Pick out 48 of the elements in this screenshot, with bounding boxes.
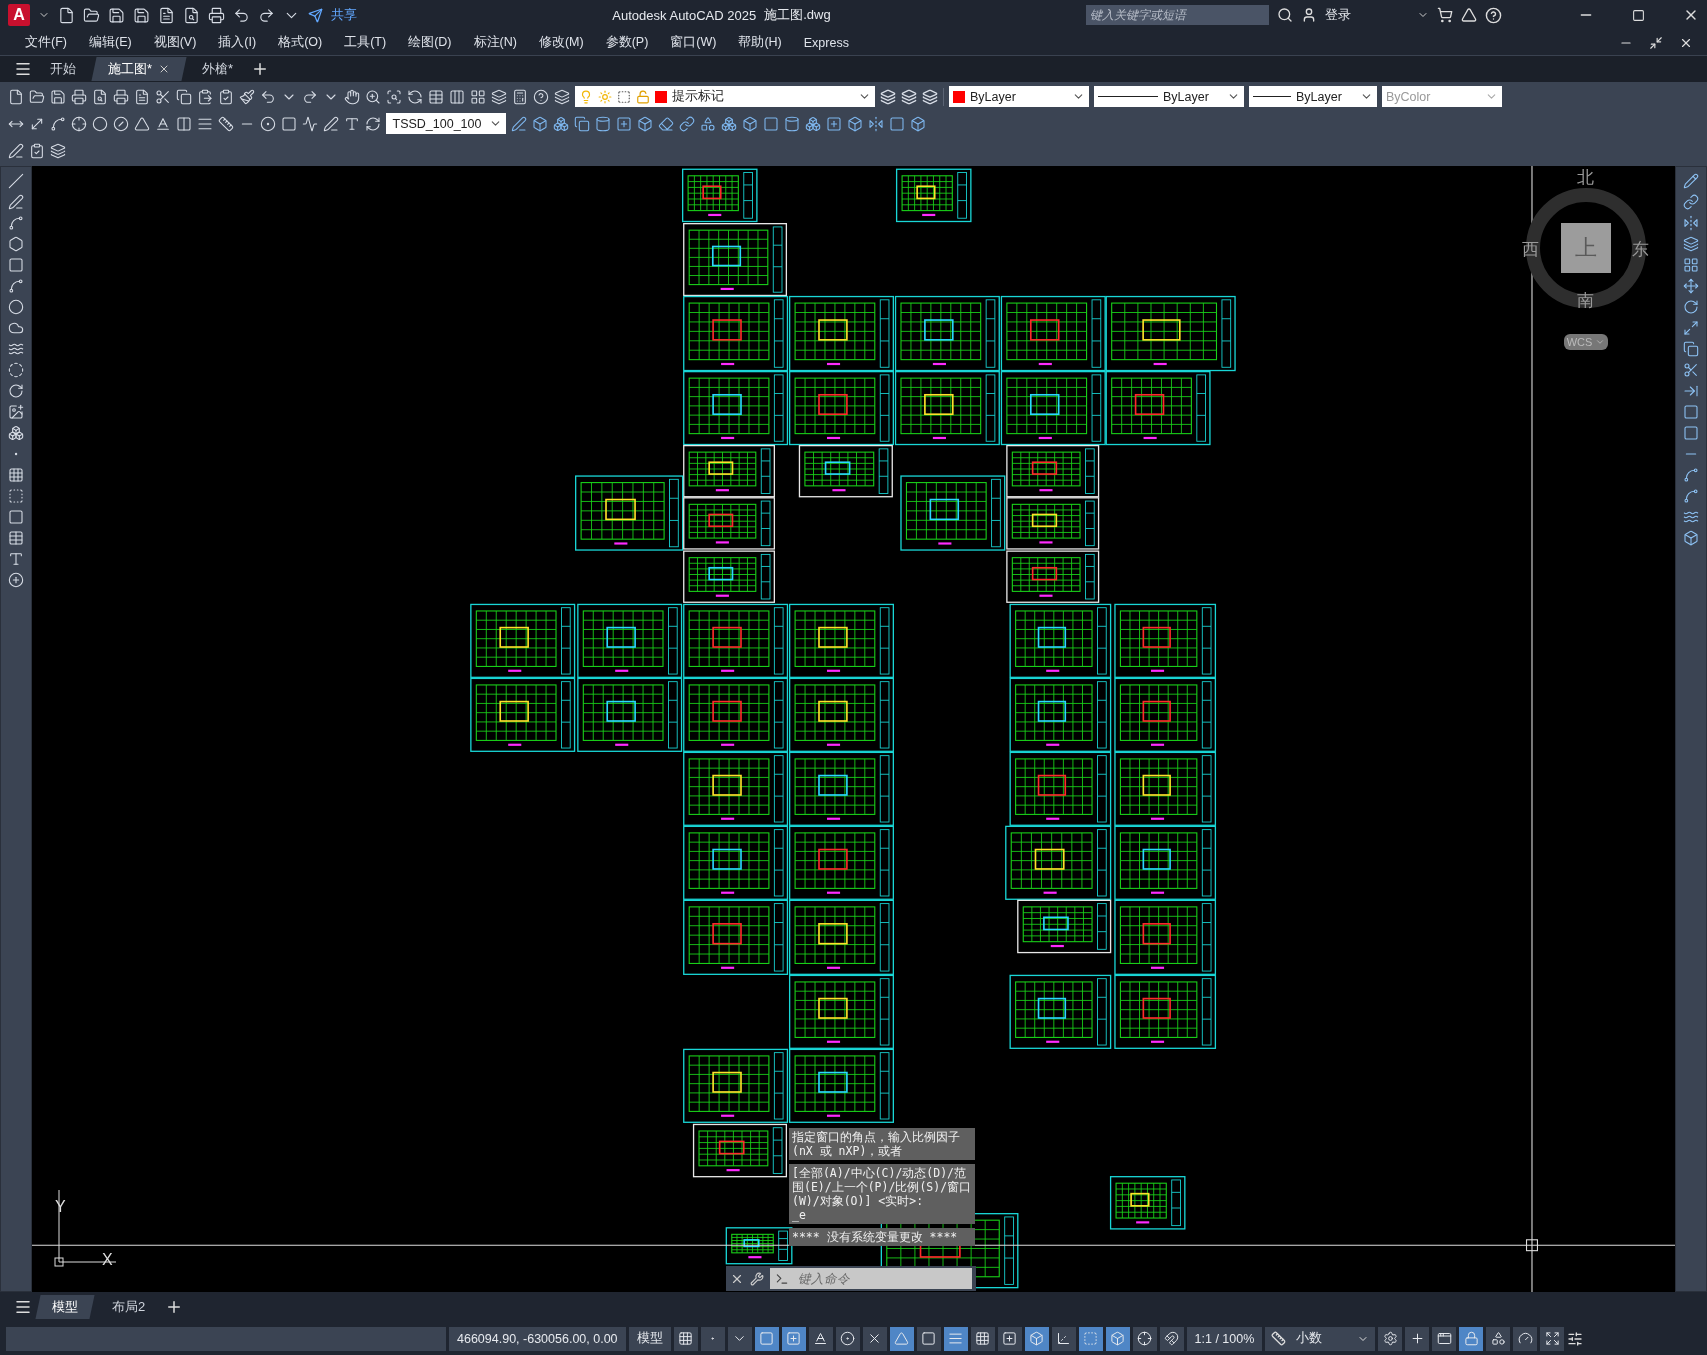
linetype-dropdown[interactable]: ByLayer [1094,86,1244,107]
menu-item[interactable]: 编辑(E) [77,34,143,51]
menu-item[interactable]: 格式(O) [267,34,334,51]
color-dropdown[interactable]: ByLayer [949,86,1089,107]
lineweight-dropdown[interactable]: ByLayer [1249,86,1377,107]
app-title: Autodesk AutoCAD 2025 [612,7,757,23]
axis-label: Y [55,1198,66,1216]
login-link[interactable]: 登录 [1325,6,1351,24]
file-tab[interactable]: 开始 [33,57,93,81]
menu-item[interactable]: 工具(T) [333,34,398,51]
command-input[interactable]: 键入命令 [794,1268,972,1289]
linetype-value: ByLayer [1163,89,1210,104]
app-logo[interactable]: A [8,4,30,26]
menu-item[interactable]: 绘图(D) [397,34,463,51]
axis-label: X [102,1251,113,1269]
command-history-line: 指定窗口的角点，输入比例因子 (nX 或 nXP)，或者 [792,1130,961,1158]
compass-label[interactable]: 东 [1632,238,1649,261]
file-name: 施工图.dwg [764,6,831,24]
layer-dropdown[interactable]: 提示标记 [575,86,875,107]
coordinates-text: 466094.90, -630056.00, 0.00 [449,1326,626,1351]
menu-item[interactable]: 视图(V) [142,34,208,51]
file-tab[interactable]: 外槍* [185,57,250,81]
command-history-line: [全部(A)/中心(C)/动态(D)/范围(E)/上一个(P)/比例(S)/窗口(W)/对象(O)] <实时>: [792,1166,972,1208]
layout-tab[interactable]: 模型 [35,1295,95,1319]
annotation-scale[interactable]: 1:1 / 100% [1186,1326,1263,1351]
compass-label[interactable]: 南 [1577,289,1594,312]
menu-item[interactable]: Express [792,35,860,50]
command-history-line: **** 没有系统变量更改 **** [792,1230,959,1244]
units-dropdown[interactable]: 小数 [1265,1326,1376,1351]
menu-item[interactable]: 文件(F) [14,34,78,51]
menu-item[interactable]: 参数(P) [594,34,660,51]
color-value: ByLayer [970,89,1017,104]
command-history-line: _e [792,1208,807,1222]
model-space-button[interactable]: 模型 [628,1326,671,1351]
search-field[interactable]: 键入关键字或短语 [1086,5,1269,25]
layout-tab[interactable]: 布局2 [95,1295,162,1319]
dim-style-dropdown[interactable]: TSSD_100_100 [386,113,506,134]
menu-item[interactable]: 修改(M) [527,34,595,51]
lineweight-value: ByLayer [1296,89,1343,104]
file-tab[interactable]: 施工图* [91,57,187,81]
menu-item[interactable]: 帮助(H) [727,34,793,51]
compass-label[interactable]: 北 [1577,166,1594,189]
layer-name: 提示标记 [672,88,725,105]
menu-item[interactable]: 窗口(W) [659,34,728,51]
menu-item[interactable]: 插入(I) [207,34,268,51]
compass-label[interactable]: 西 [1522,238,1539,261]
share-link[interactable]: 共享 [331,6,357,24]
menu-item[interactable]: 标注(N) [462,34,528,51]
